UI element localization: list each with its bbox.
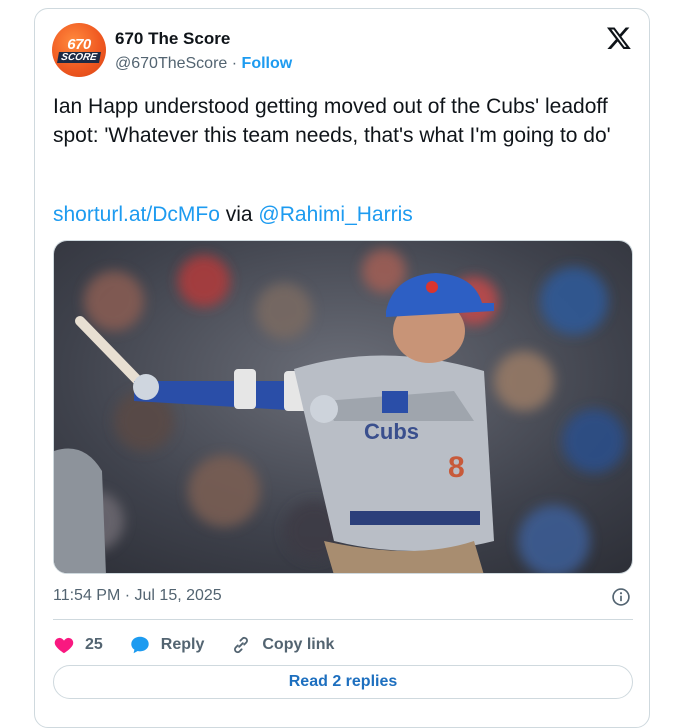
avatar-logo-word: SCORE bbox=[57, 52, 101, 63]
baseball-player-photo: Cubs 8 bbox=[54, 241, 632, 573]
author-handle-row: @670TheScore · Follow bbox=[115, 55, 292, 73]
tweet-text: Ian Happ understood getting moved out of… bbox=[53, 95, 611, 147]
author-name[interactable]: 670 The Score bbox=[115, 29, 230, 49]
avatar[interactable]: 670 SCORE bbox=[52, 23, 106, 77]
heart-icon bbox=[54, 637, 74, 654]
x-logo-icon[interactable] bbox=[606, 25, 632, 51]
copy-link-label: Copy link bbox=[262, 636, 335, 653]
speech-bubble-icon bbox=[131, 636, 149, 654]
read-replies-button[interactable]: Read 2 replies bbox=[53, 665, 633, 699]
via-label: via bbox=[225, 203, 253, 226]
link-icon bbox=[234, 636, 249, 654]
reply-label: Reply bbox=[160, 636, 205, 653]
embedded-tweet-card: 670 SCORE 670 The Score @670TheScore · F… bbox=[34, 8, 650, 728]
timestamp-row: 11:54 PM · Jul 15, 2025 bbox=[53, 587, 633, 609]
jersey-number: 8 bbox=[448, 451, 465, 484]
separator-dot: · bbox=[231, 55, 238, 72]
tweet-link-line: shorturl.at/DcMFo via @Rahimi_Harris bbox=[53, 200, 413, 229]
jersey-lettering: Cubs bbox=[364, 419, 419, 444]
mention-link[interactable]: @Rahimi_Harris bbox=[258, 203, 412, 226]
like-button[interactable]: 25 bbox=[53, 634, 103, 656]
avatar-logo-number: 670 bbox=[67, 36, 91, 53]
tweet-photo[interactable]: Cubs 8 bbox=[53, 240, 633, 574]
follow-button[interactable]: Follow bbox=[242, 55, 293, 72]
copy-link-button[interactable]: Copy link bbox=[230, 634, 334, 656]
action-bar: 25 Reply Copy link bbox=[53, 629, 633, 661]
divider bbox=[53, 619, 633, 620]
reply-button[interactable]: Reply bbox=[129, 634, 205, 656]
author-handle[interactable]: @670TheScore bbox=[115, 55, 227, 72]
info-icon[interactable] bbox=[611, 587, 631, 607]
like-count: 25 bbox=[85, 636, 103, 653]
short-url-link[interactable]: shorturl.at/DcMFo bbox=[53, 203, 220, 226]
tweet-timestamp[interactable]: 11:54 PM · Jul 15, 2025 bbox=[53, 587, 222, 604]
